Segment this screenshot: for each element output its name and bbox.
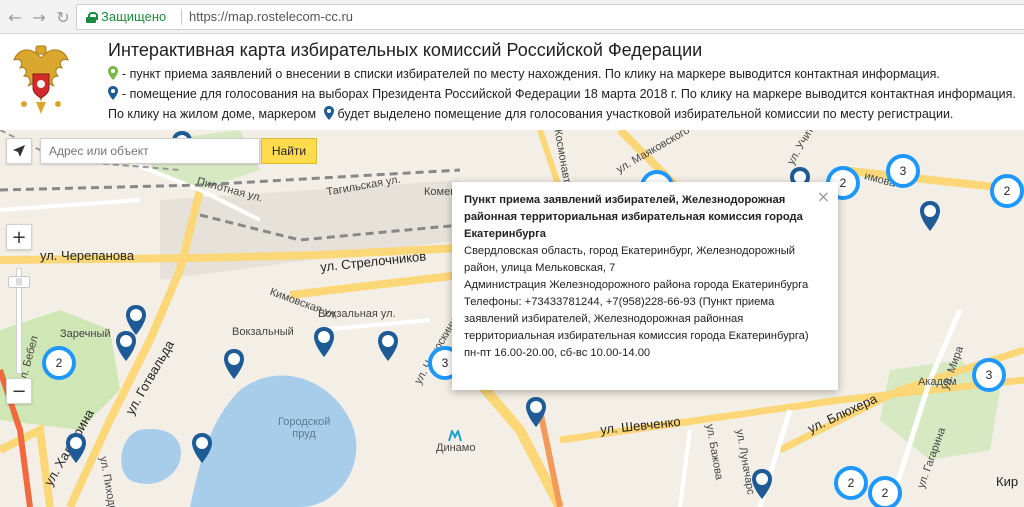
street-label: Кир [996,474,1019,489]
metro-icon [448,430,462,442]
polling-station-marker-icon[interactable] [312,326,336,358]
cluster-marker[interactable]: 2 [990,174,1024,208]
green-marker-icon [108,66,118,80]
polling-station-marker-icon[interactable] [524,396,548,428]
polling-station-marker-icon[interactable] [918,200,942,232]
cluster-marker[interactable]: 2 [42,346,76,380]
click-hint: По клику на жилом доме, маркером будет в… [108,106,953,121]
lake-label: Городской пруд [278,416,331,440]
street-label: Академ [918,376,957,388]
page-title: Интерактивная карта избирательных комисс… [108,40,703,60]
blue-marker-icon [323,106,334,120]
zoom-out-button[interactable]: − [6,378,32,404]
geolocation-arrow-icon [13,145,25,157]
address-search-input[interactable] [40,138,260,164]
legend-green-text: - пункт приема заявлений о внесении в сп… [122,67,940,81]
zoom-in-button[interactable]: + [6,224,32,250]
geolocation-button[interactable] [6,138,32,164]
polling-station-marker-icon[interactable] [750,468,774,500]
close-icon[interactable]: × [817,188,830,205]
forward-arrow-icon[interactable]: → [28,6,50,28]
pond-water [121,429,181,484]
street-label: Вокзальный [232,326,294,338]
polling-station-marker-icon[interactable] [64,432,88,464]
cluster-marker[interactable]: 3 [972,358,1006,392]
street-label: Заречный [60,328,111,340]
balloon-title: Пункт приема заявлений избирателей, Желе… [464,194,803,240]
polling-station-marker-icon[interactable] [190,432,214,464]
map-view[interactable]: ул. Черепанова ул. Стрелочников ул. Готв… [0,130,1024,507]
balloon-org: Администрация Железнодорожного района го… [464,279,809,291]
balloon-phones: Телефоны: +73433781244, +7(958)228-66-93… [464,296,809,342]
secure-label: Защищено [101,9,167,24]
find-button[interactable]: Найти [261,138,317,164]
legend-blue-text: - помещение для голосования на выборах П… [122,87,1016,101]
russian-coat-of-arms-icon [13,45,69,114]
url-text[interactable]: https://map.rostelecom-cc.ru [189,9,353,24]
zoom-slider-handle[interactable]: ||| [8,276,30,288]
cluster-marker[interactable]: 2 [834,466,868,500]
rail-yard [160,180,460,280]
cluster-marker[interactable]: 3 [886,154,920,188]
hint-after: будет выделено помещение для голосования… [337,107,954,121]
balloon-address: Свердловская область, город Екатеринбург… [464,245,796,274]
info-balloon: × Пункт приема заявлений избирателей, Же… [452,182,838,390]
back-arrow-icon[interactable]: ← [4,6,26,28]
lock-icon [86,12,98,23]
polling-station-marker-icon[interactable] [114,330,138,362]
pond-water [190,375,357,507]
legend-blue: - помещение для голосования на выборах П… [108,86,1016,101]
omnibox-separator [181,9,182,25]
blue-marker-icon [108,86,118,100]
address-bar[interactable]: Защищено https://map.rostelecom-cc.ru [76,4,1024,30]
polling-station-marker-icon[interactable] [376,330,400,362]
hint-before: По клику на жилом доме, маркером [108,107,317,121]
page-header: Интерактивная карта избирательных комисс… [0,34,1024,130]
polling-station-marker-icon[interactable] [222,348,246,380]
browser-toolbar: ← → ↻ Защищено https://map.rostelecom-cc… [0,0,1024,34]
legend-green: - пункт приема заявлений о внесении в сп… [108,66,940,81]
street-label: Вокзальная ул. [318,308,396,320]
balloon-hours: пн-пт 16.00-20.00, сб-вс 10.00-14.00 [464,347,651,359]
metro-label: Динамо [436,442,476,454]
street-label: ул. Черепанова [40,248,135,263]
cluster-marker[interactable]: 2 [868,476,902,507]
reload-icon[interactable]: ↻ [52,6,74,28]
